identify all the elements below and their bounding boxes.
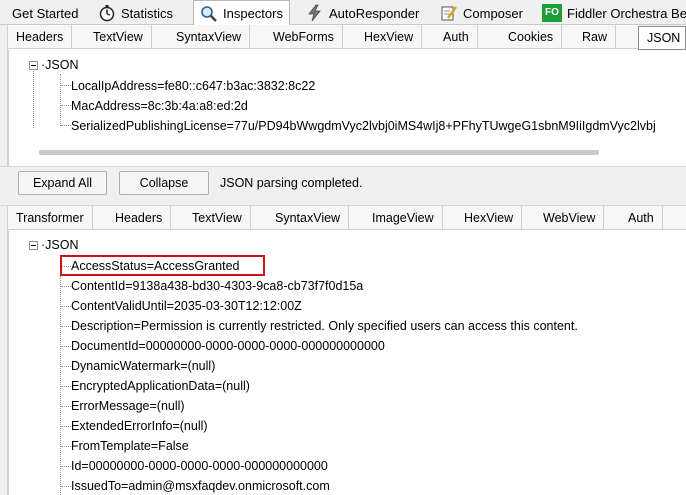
request-json-panel: ·JSON LocalIpAddress=fe80::c647:b3ac:383… (8, 50, 686, 166)
pencil-paper-icon (441, 6, 457, 21)
response-tree-root[interactable]: ·JSON (41, 235, 79, 255)
tab-statistics[interactable]: Statistics (92, 1, 179, 25)
response-tree-item[interactable]: DocumentId=00000000-0000-0000-0000-00000… (71, 336, 385, 356)
tree-connector (61, 105, 71, 106)
request-json-tree: ·JSON LocalIpAddress=fe80::c647:b3ac:383… (9, 50, 686, 166)
tab-inspectors-label: Inspectors (223, 6, 283, 21)
tab-fiddler-orchestra[interactable]: FO Fiddler Orchestra Be (536, 1, 686, 25)
response-tab-auth[interactable]: Auth (620, 206, 663, 230)
request-tab-hexview[interactable]: HexView (356, 25, 423, 49)
response-tab-syntaxview[interactable]: SyntaxView (267, 206, 350, 230)
request-tab-raw[interactable]: Raw (574, 25, 617, 49)
tree-connector (33, 71, 34, 128)
request-tab-textview[interactable]: TextView (85, 25, 152, 49)
tab-inspectors[interactable]: Inspectors (193, 0, 290, 26)
tab-get-started[interactable]: Get Started (6, 1, 84, 25)
fiddler-orchestra-icon: FO (542, 4, 562, 22)
response-tree-item[interactable]: EncryptedApplicationData=(null) (71, 376, 250, 396)
request-tree-item[interactable]: SerializedPublishingLicense=77u/PD94bWwg… (71, 116, 656, 136)
request-tab-cookies[interactable]: Cookies (500, 25, 563, 49)
stopwatch-icon (99, 5, 115, 22)
request-tree-item[interactable]: LocalIpAddress=fe80::c647:b3ac:3832:8c22 (71, 76, 315, 96)
tree-connector (60, 74, 61, 126)
response-tree-item[interactable]: ErrorMessage=(null) (71, 396, 185, 416)
request-tab-headers[interactable]: Headers (8, 25, 73, 49)
response-root-collapse-toggle[interactable] (29, 241, 38, 250)
left-gutter (0, 25, 8, 166)
tree-connector (61, 286, 71, 287)
response-tree-item[interactable]: Id=00000000-0000-0000-0000-000000000000 (71, 456, 328, 476)
tree-connector (61, 406, 71, 407)
request-tree-item[interactable]: MacAddress=8c:3b:4a:a8:ed:2d (71, 96, 248, 116)
tree-connector (61, 326, 71, 327)
tree-connector (61, 446, 71, 447)
tree-connector (61, 466, 71, 467)
tree-connector (61, 486, 71, 487)
tab-composer[interactable]: Composer (434, 1, 529, 25)
tree-connector (60, 255, 61, 495)
response-inspector-tabs: Transformer Headers TextView SyntaxView … (8, 206, 686, 230)
response-tab-hexview[interactable]: HexView (456, 206, 523, 230)
response-tree-root-label: JSON (45, 238, 79, 252)
response-tab-textview[interactable]: TextView (184, 206, 251, 230)
tree-connector (61, 426, 71, 427)
magnifier-icon (201, 5, 217, 22)
response-tree-item[interactable]: ExtendedErrorInfo=(null) (71, 416, 208, 436)
left-gutter-lower (0, 206, 8, 495)
json-parse-status: JSON parsing completed. (220, 176, 363, 190)
response-tree-item[interactable]: ContentValidUntil=2035-03-30T12:12:00Z (71, 296, 302, 316)
response-tree-item[interactable]: DynamicWatermark=(null) (71, 356, 215, 376)
response-tab-webview[interactable]: WebView (535, 206, 605, 230)
tree-connector (61, 85, 71, 86)
response-tree-item[interactable]: ContentId=9138a438-bd30-4303-9ca8-cb73f7… (71, 276, 363, 296)
response-tree-item[interactable]: IssuedTo=admin@msxfaqdev.onmicrosoft.com (71, 476, 330, 495)
response-tab-headers[interactable]: Headers (107, 206, 172, 230)
tree-connector (61, 386, 71, 387)
request-tab-json[interactable]: JSON (638, 26, 686, 50)
response-tree-item[interactable]: Description=Permission is currently rest… (71, 316, 578, 336)
request-inspector-tabs: Headers TextView SyntaxView WebForms Hex… (8, 25, 686, 50)
tree-connector (61, 366, 71, 367)
tree-connector (61, 125, 71, 126)
tab-autoresponder-label: AutoResponder (329, 5, 420, 21)
request-tab-auth[interactable]: Auth (435, 25, 478, 49)
request-tree-root-label: JSON (45, 58, 79, 72)
request-tree-root[interactable]: ·JSON (41, 55, 79, 75)
response-tree-item[interactable]: FromTemplate=False (71, 436, 189, 456)
lightning-icon (308, 4, 321, 22)
horizontal-scrollbar[interactable] (39, 150, 599, 155)
response-tab-imageview[interactable]: ImageView (364, 206, 443, 230)
access-status-highlight-box (60, 255, 265, 276)
request-root-collapse-toggle[interactable] (29, 61, 38, 70)
collapse-button[interactable]: Collapse (119, 171, 209, 195)
request-tab-syntaxview[interactable]: SyntaxView (168, 25, 251, 49)
tab-composer-label: Composer (463, 5, 523, 21)
tab-autoresponder[interactable]: AutoResponder (300, 1, 425, 25)
request-tab-webforms[interactable]: WebForms (265, 25, 343, 49)
expand-all-button[interactable]: Expand All (18, 171, 107, 195)
tree-connector (61, 346, 71, 347)
response-tab-transformer[interactable]: Transformer (8, 206, 93, 230)
tree-connector (61, 306, 71, 307)
tab-fiddler-orchestra-label: Fiddler Orchestra Be (567, 5, 686, 21)
tab-statistics-label: Statistics (121, 5, 174, 21)
main-tab-bar: Get Started Statistics Inspectors AutoRe… (0, 0, 686, 26)
tab-get-started-label: Get Started (12, 5, 79, 21)
